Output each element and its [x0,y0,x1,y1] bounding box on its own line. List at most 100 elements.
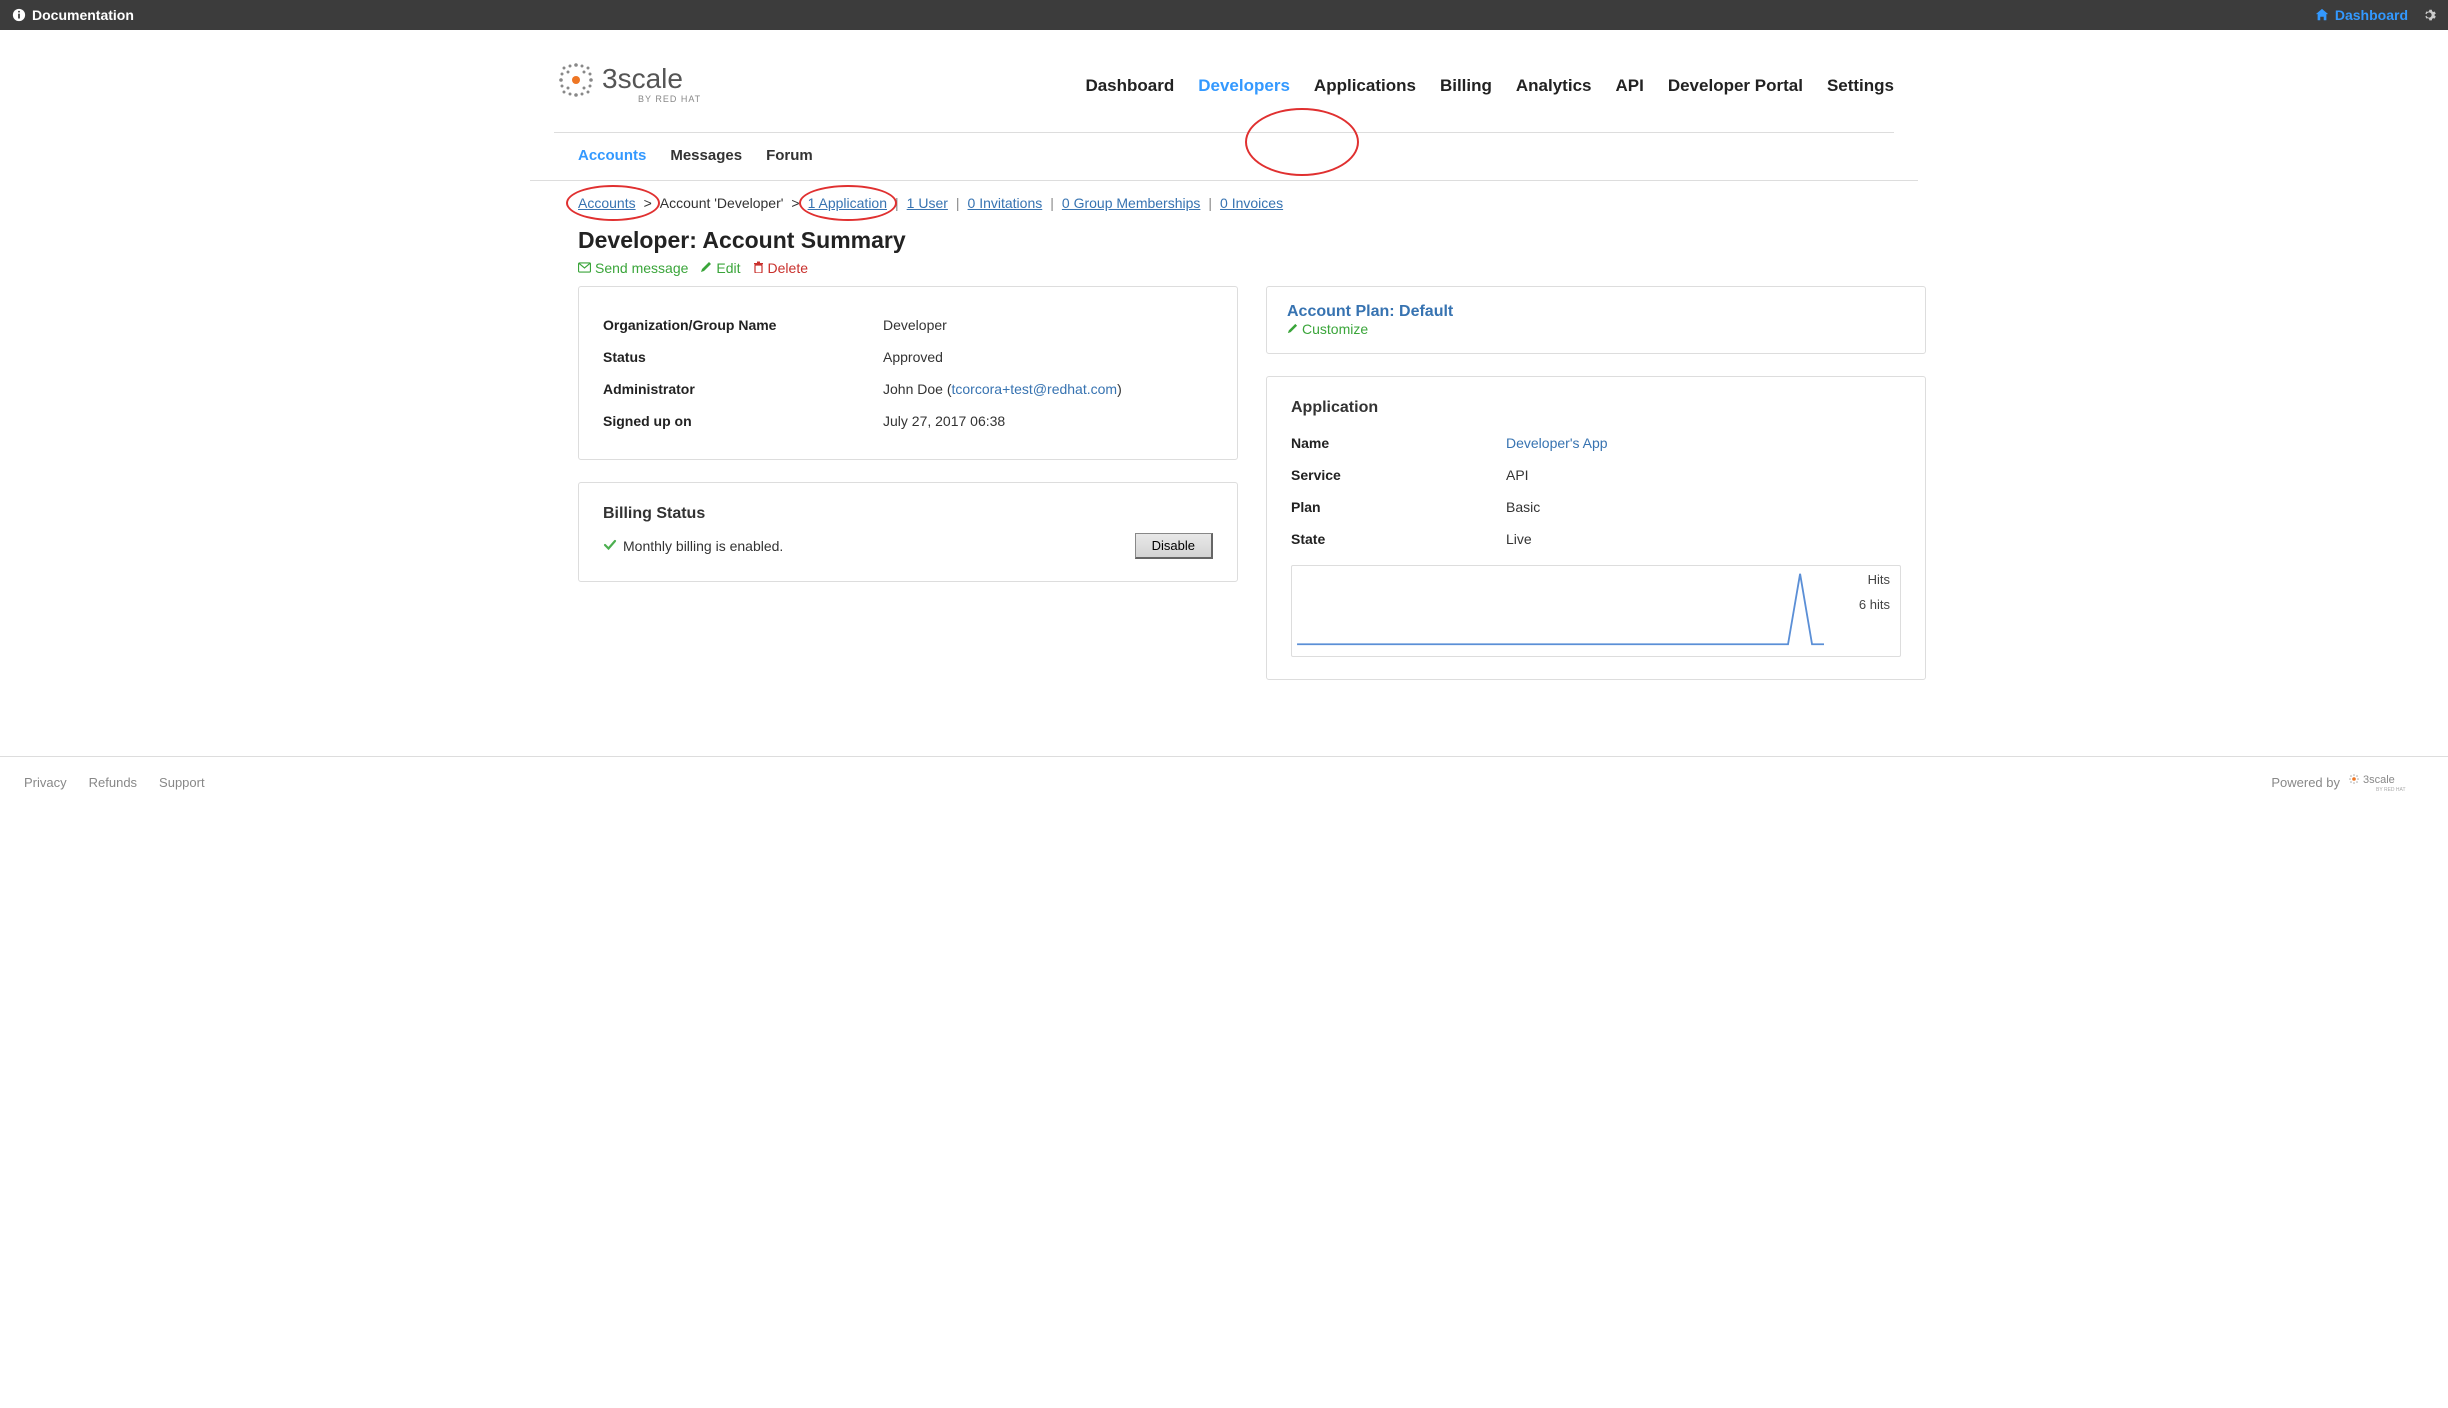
summary-status-label: Status [603,349,883,365]
footer-links: Privacy Refunds Support [24,775,205,790]
summary-org-label: Organization/Group Name [603,317,883,333]
app-plan-row: Plan Basic [1291,491,1901,523]
column-left: Organization/Group Name Developer Status… [578,286,1238,702]
column-right: Account Plan: Default Customize Applicat… [1266,286,1926,702]
page-actions: Send message Edit Delete [554,260,1894,286]
hits-chart-svg [1292,566,1900,656]
summary-admin-name: John Doe [883,381,943,397]
summary-signed-value: July 27, 2017 06:38 [883,413,1005,429]
nav-api[interactable]: API [1615,76,1643,96]
app-service-label: Service [1291,467,1506,483]
topbar-left: Documentation [12,7,134,23]
delete-label: Delete [768,260,808,276]
summary-admin-row: Administrator John Doe (tcorcora+test@re… [603,373,1213,405]
summary-signed-row: Signed up on July 27, 2017 06:38 [603,405,1213,437]
summary-status-row: Status Approved [603,341,1213,373]
footer-privacy[interactable]: Privacy [24,775,67,790]
3scale-footer-logo-icon: 3scale BY RED HAT [2346,771,2424,793]
subnav-forum[interactable]: Forum [766,147,813,164]
breadcrumb-separator: > [791,195,799,211]
nav-billing[interactable]: Billing [1440,76,1492,96]
pencil-icon [700,260,712,276]
topbar-right: Dashboard [2315,7,2436,23]
app-name-link[interactable]: Developer's App [1506,435,1608,451]
subnav: Accounts Messages Forum [530,133,1918,181]
svg-text:3scale: 3scale [2363,774,2395,786]
account-summary-panel: Organization/Group Name Developer Status… [578,286,1238,460]
summary-admin-paren-close: ) [1117,381,1122,397]
account-plan-title: Account Plan: Default [1287,303,1905,321]
breadcrumb-application-link[interactable]: 1 Application [808,195,887,211]
nav-settings[interactable]: Settings [1827,76,1894,96]
app-name-label: Name [1291,435,1506,451]
info-icon [12,8,26,22]
subnav-accounts[interactable]: Accounts [578,147,646,164]
billing-row: Monthly billing is enabled. Disable [603,533,1213,559]
billing-disable-button[interactable]: Disable [1135,533,1213,559]
application-panel: Application Name Developer's App Service… [1266,376,1926,680]
columns: Organization/Group Name Developer Status… [554,286,1894,702]
breadcrumb: Accounts > Account 'Developer' > 1 Appli… [554,181,1894,219]
breadcrumb-current: Account 'Developer' [660,195,784,211]
app-service-row: Service API [1291,459,1901,491]
pencil-icon [1287,321,1298,337]
summary-admin-label: Administrator [603,381,883,397]
hits-chart: Hits 6 hits [1291,565,1901,657]
summary-admin-value: John Doe (tcorcora+test@redhat.com) [883,381,1122,397]
app-plan-label: Plan [1291,499,1506,515]
breadcrumb-pipe: | [1208,195,1212,211]
svg-text:BY RED HAT: BY RED HAT [2376,787,2406,793]
app-state-label: State [1291,531,1506,547]
main-container: 3scale BY RED HAT Dashboard Developers A… [530,30,1918,702]
customize-label: Customize [1302,321,1368,337]
documentation-link[interactable]: Documentation [32,7,134,23]
nav-analytics[interactable]: Analytics [1516,76,1592,96]
send-message-link[interactable]: Send message [578,260,688,276]
billing-message-text: Monthly billing is enabled. [623,538,783,554]
billing-message: Monthly billing is enabled. [603,538,783,555]
customize-link[interactable]: Customize [1287,321,1368,337]
nav-dashboard[interactable]: Dashboard [1085,76,1174,96]
breadcrumb-accounts[interactable]: Accounts [578,195,636,211]
summary-signed-label: Signed up on [603,413,883,429]
app-name-value: Developer's App [1506,435,1608,451]
footer-refunds[interactable]: Refunds [89,775,137,790]
account-plan-link[interactable]: Account Plan: Default [1287,303,1453,320]
edit-label: Edit [716,260,740,276]
page-title: Developer: Account Summary [554,219,1894,260]
nav-applications[interactable]: Applications [1314,76,1416,96]
envelope-icon [578,260,591,276]
topbar: Documentation Dashboard [0,0,2448,30]
breadcrumb-user-link[interactable]: 1 User [907,195,948,211]
delete-link[interactable]: Delete [753,260,808,276]
subnav-messages[interactable]: Messages [670,147,742,164]
breadcrumb-pipe: | [1050,195,1054,211]
summary-org-value: Developer [883,317,947,333]
breadcrumb-invitations-link[interactable]: 0 Invitations [968,195,1043,211]
gear-icon[interactable] [2422,8,2436,22]
app-plan-value: Basic [1506,499,1540,515]
footer-support[interactable]: Support [159,775,205,790]
trash-icon [753,260,764,276]
nav-developer-portal[interactable]: Developer Portal [1668,76,1803,96]
hits-count: 6 hits [1859,597,1890,612]
edit-link[interactable]: Edit [700,260,740,276]
breadcrumb-pipe: | [895,195,899,211]
home-icon [2315,8,2329,22]
nav-main: Dashboard Developers Applications Billin… [1085,76,1894,96]
3scale-logo-icon: 3scale BY RED HAT [554,58,739,114]
breadcrumb-groups-link[interactable]: 0 Group Memberships [1062,195,1201,211]
svg-text:3scale: 3scale [602,63,683,94]
footer-powered: Powered by 3scale BY RED HAT [2271,771,2424,793]
hits-label: Hits [1859,572,1890,587]
footer-powered-label: Powered by [2271,775,2340,790]
dashboard-link[interactable]: Dashboard [2315,7,2408,23]
dashboard-link-label: Dashboard [2335,7,2408,23]
app-state-row: State Live [1291,523,1901,555]
breadcrumb-invoices-link[interactable]: 0 Invoices [1220,195,1283,211]
send-message-label: Send message [595,260,688,276]
svg-text:BY RED HAT: BY RED HAT [638,94,701,104]
summary-admin-email-link[interactable]: tcorcora+test@redhat.com [952,381,1118,397]
breadcrumb-separator: > [644,195,652,211]
nav-developers[interactable]: Developers [1198,76,1290,96]
